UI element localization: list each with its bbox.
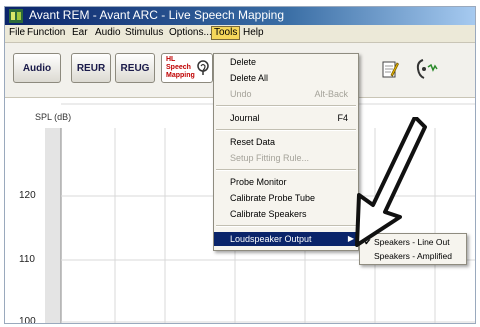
- reur-button-label: REUR: [76, 62, 106, 74]
- menu-item-label: Journal: [230, 113, 260, 123]
- submenu-item-speakers-amplified[interactable]: Speakers - Amplified: [360, 250, 466, 263]
- menu-item-setup-fitting-rule[interactable]: Setup Fitting Rule...: [214, 151, 358, 165]
- menu-item-delete[interactable]: Delete: [214, 55, 358, 69]
- menu-item-label: Setup Fitting Rule...: [230, 153, 310, 163]
- menu-item-label: Calibrate Probe Tube: [230, 193, 316, 203]
- reur-button[interactable]: REUR: [71, 53, 111, 83]
- audio-button[interactable]: Audio: [13, 53, 61, 83]
- menu-item-probe-monitor[interactable]: Probe Monitor: [214, 175, 358, 189]
- reug-button[interactable]: REUG: [115, 53, 155, 83]
- menu-separator: [216, 225, 356, 227]
- menu-item-label: Probe Monitor: [230, 177, 287, 187]
- menu-ear[interactable]: Ear: [70, 27, 90, 38]
- menu-item-label: Delete All: [230, 73, 269, 83]
- y-axis-scale-band: [45, 128, 61, 323]
- menu-audio[interactable]: Audio: [93, 27, 123, 38]
- ear-measurement-icon[interactable]: [415, 57, 441, 81]
- y-tick-label-110: 110: [19, 254, 35, 265]
- menu-item-label: Delete: [230, 57, 257, 67]
- title-bar[interactable]: Avant REM - Avant ARC - Live Speech Mapp…: [5, 7, 475, 25]
- menu-item-label: Undo: [230, 89, 252, 99]
- menu-separator: [216, 105, 356, 107]
- menu-function[interactable]: Function: [25, 27, 67, 38]
- ear-speaker-icon: [197, 60, 209, 75]
- menu-stimulus[interactable]: Stimulus: [123, 27, 165, 38]
- y-tick-label-120: 120: [19, 190, 36, 201]
- menu-tools[interactable]: Tools: [211, 26, 241, 40]
- menu-item-calibrate-speakers[interactable]: Calibrate Speakers: [214, 207, 358, 221]
- y-tick-label-100: 100: [19, 316, 36, 324]
- speech-mapping-label: HL Speech Mapping: [166, 56, 195, 79]
- menu-bar: File Function Ear Audio Stimulus Options…: [5, 25, 475, 43]
- menu-separator: [216, 169, 356, 171]
- menu-item-journal[interactable]: Journal F4: [214, 111, 358, 125]
- menu-options[interactable]: Options...: [167, 27, 214, 38]
- window-title: Avant REM - Avant ARC - Live Speech Mapp…: [29, 8, 285, 22]
- tools-menu: Delete Delete All Undo Alt-Back Journal …: [213, 53, 359, 251]
- reug-button-label: REUG: [120, 62, 150, 74]
- menu-item-reset-data[interactable]: Reset Data: [214, 135, 358, 149]
- speech-mapping-button[interactable]: HL Speech Mapping: [161, 53, 213, 83]
- menu-item-label: Loudspeaker Output: [230, 234, 312, 244]
- menu-help[interactable]: Help: [241, 27, 266, 38]
- undo-shortcut: Alt-Back: [314, 89, 348, 99]
- audio-button-label: Audio: [22, 62, 52, 74]
- menu-item-loudspeaker-output[interactable]: Loudspeaker Output ▶: [214, 232, 358, 246]
- menu-separator: [216, 129, 356, 131]
- application-window: Avant REM - Avant ARC - Live Speech Mapp…: [4, 6, 476, 324]
- menu-item-delete-all[interactable]: Delete All: [214, 71, 358, 85]
- menu-item-label: Reset Data: [230, 137, 276, 147]
- submenu-item-label: Speakers - Amplified: [374, 251, 452, 261]
- app-icon: [9, 9, 23, 23]
- menu-item-label: Calibrate Speakers: [230, 209, 307, 219]
- annotation-arrow-icon: [355, 117, 427, 247]
- notes-icon[interactable]: [381, 59, 399, 79]
- menu-item-undo[interactable]: Undo Alt-Back: [214, 87, 358, 101]
- menu-item-calibrate-probe-tube[interactable]: Calibrate Probe Tube: [214, 191, 358, 205]
